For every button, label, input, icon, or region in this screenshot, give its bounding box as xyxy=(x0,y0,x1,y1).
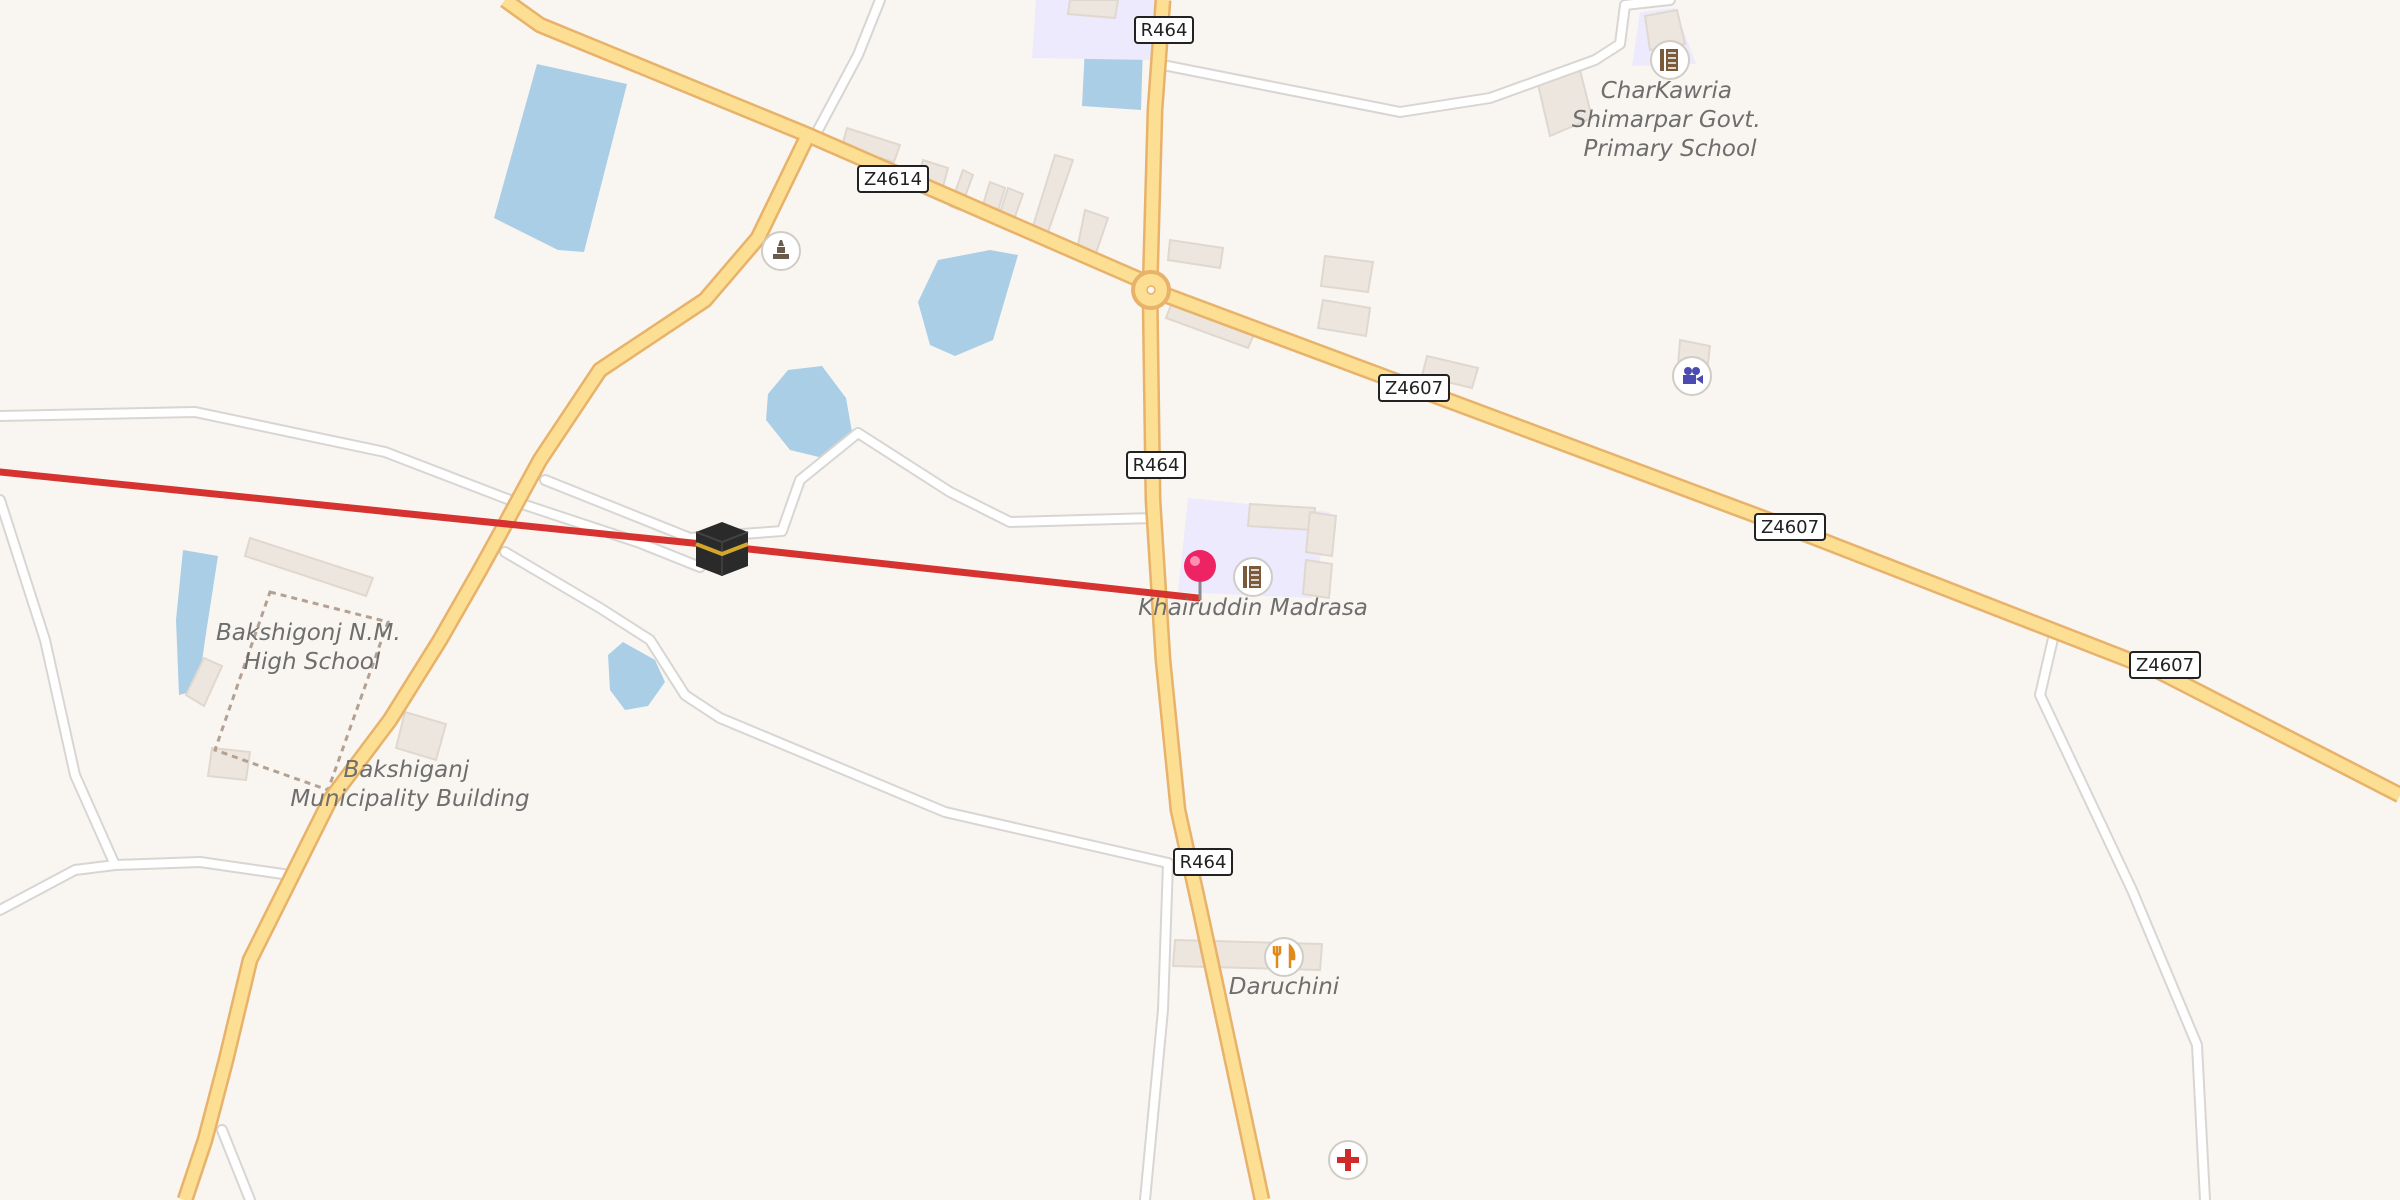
hospital-icon[interactable] xyxy=(1328,1140,1368,1180)
school-icon[interactable] xyxy=(1233,557,1273,597)
road-shield-label: Z4607 xyxy=(1385,378,1443,399)
building xyxy=(1301,558,1334,600)
cinema-icon[interactable] xyxy=(1672,356,1712,396)
place-label-daruchini: Daruchini xyxy=(1229,974,1340,1000)
road-shield[interactable]: R464 xyxy=(1173,848,1233,876)
road-shield-label: R464 xyxy=(1133,455,1180,476)
building xyxy=(1066,0,1120,20)
road-shield[interactable]: R464 xyxy=(1134,16,1194,44)
place-label-charkawria: CharKawria Shimarpar Govt. Primary Schoo… xyxy=(1572,78,1768,162)
road-shield[interactable]: Z4607 xyxy=(1378,374,1450,402)
restaurant-icon[interactable] xyxy=(1264,937,1304,977)
road-shield-label: Z4614 xyxy=(864,169,922,190)
kaaba-icon[interactable] xyxy=(695,522,749,576)
building xyxy=(206,746,252,782)
map-canvas[interactable]: R464 R464 R464 Z4614 Z4607 Z4607 Z4607 C… xyxy=(0,0,2400,1200)
road-shield-label: Z4607 xyxy=(2136,655,2194,676)
road-shield-label: R464 xyxy=(1141,20,1188,41)
road-shield[interactable]: Z4614 xyxy=(857,165,929,193)
building xyxy=(1319,254,1375,294)
road-shield[interactable]: R464 xyxy=(1126,451,1186,479)
school-icon[interactable] xyxy=(1650,40,1690,80)
road-shield-label: Z4607 xyxy=(1761,517,1819,538)
road-shield-label: R464 xyxy=(1180,852,1227,873)
monument-icon[interactable] xyxy=(761,231,801,271)
building xyxy=(1246,502,1317,532)
place-label-khairuddin: Khairuddin Madrasa xyxy=(1138,595,1368,621)
road-shield[interactable]: Z4607 xyxy=(1754,513,1826,541)
building xyxy=(1304,510,1338,558)
road-shield[interactable]: Z4607 xyxy=(2129,651,2201,679)
